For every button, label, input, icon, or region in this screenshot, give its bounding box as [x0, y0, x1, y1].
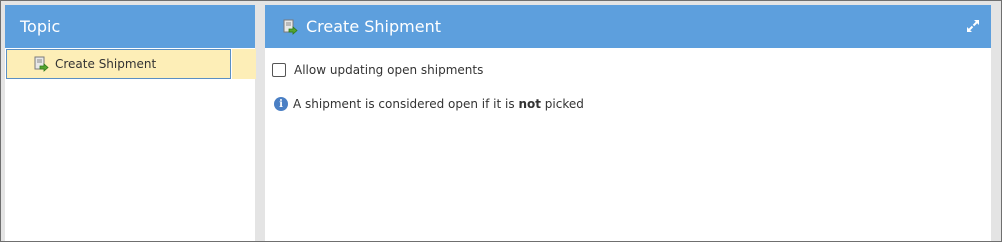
allow-updating-option[interactable]: Allow updating open shipments	[272, 63, 483, 77]
topic-item-label: Create Shipment	[55, 57, 157, 71]
selected-row-highlight	[232, 49, 256, 79]
detail-panel-title: Create Shipment	[306, 17, 441, 36]
info-text-bold: not	[518, 97, 541, 111]
topic-panel: Topic Create Shipment	[5, 5, 256, 241]
topic-panel-header: Topic	[5, 5, 255, 48]
detail-panel: Create Shipment Allow updating open ship…	[265, 5, 991, 241]
expand-icon[interactable]	[965, 18, 981, 34]
topic-item-create-shipment[interactable]: Create Shipment	[6, 49, 256, 79]
app-frame: Topic Create Shipment Create Shipment Al…	[0, 0, 1002, 242]
info-text-before: A shipment is considered open if it is	[293, 97, 519, 111]
document-arrow-icon	[33, 56, 49, 72]
topic-panel-title: Topic	[20, 17, 61, 36]
document-arrow-icon	[282, 19, 298, 35]
info-icon: i	[274, 97, 288, 111]
detail-panel-header: Create Shipment	[265, 5, 991, 48]
info-text-after: picked	[540, 97, 584, 111]
allow-updating-checkbox[interactable]	[272, 63, 286, 77]
info-note: i A shipment is considered open if it is…	[274, 97, 584, 111]
allow-updating-label[interactable]: Allow updating open shipments	[294, 63, 483, 77]
